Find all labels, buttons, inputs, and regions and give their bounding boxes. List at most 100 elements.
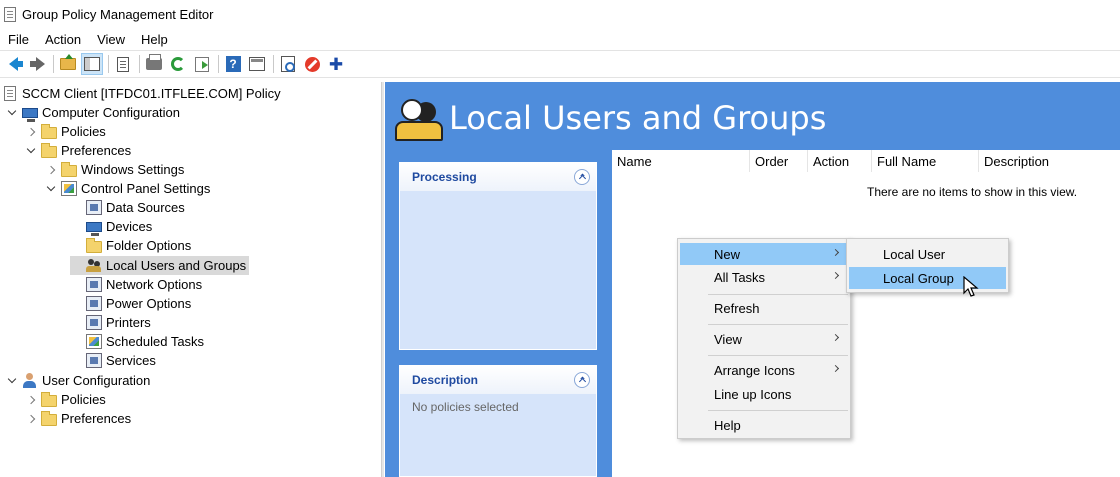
toolbar-separator — [108, 55, 109, 73]
chevron-right-icon[interactable] — [25, 126, 37, 138]
tree-item-scheduled-tasks[interactable]: Scheduled Tasks — [70, 332, 204, 351]
properties-doc-button[interactable] — [112, 53, 134, 75]
menu-view[interactable]: View — [89, 32, 133, 47]
window-title: Group Policy Management Editor — [22, 6, 214, 22]
tree-item-label: Printers — [106, 315, 151, 330]
tree-item-windows-settings[interactable]: Windows Settings — [45, 160, 184, 179]
export-list-button[interactable] — [191, 53, 213, 75]
tree-item-services[interactable]: Services — [70, 351, 156, 370]
tree-item-printers[interactable]: Printers — [70, 313, 151, 332]
add-button[interactable]: ✚ — [325, 53, 347, 75]
policy-editor-icon — [4, 6, 16, 22]
column-header-full-name[interactable]: Full Name — [872, 150, 979, 172]
user-icon — [22, 373, 38, 388]
tree-item-label: Preferences — [61, 411, 132, 426]
tree-item-label: Network Options — [106, 277, 203, 292]
menu-item-label: Local Group — [883, 270, 954, 286]
tree-item-control-panel-settings[interactable]: Control Panel Settings — [45, 179, 210, 198]
chevron-down-icon[interactable] — [45, 183, 57, 195]
tree-item-local-users-and-groups[interactable]: Local Users and Groups — [70, 256, 250, 275]
menu-item-label: Arrange Icons — [714, 362, 795, 378]
tree-item-label: Computer Configuration — [42, 105, 181, 120]
devices-icon — [86, 222, 102, 236]
chevron-right-icon[interactable] — [25, 413, 37, 425]
menu-item-label: New — [714, 246, 741, 262]
help-icon: ? — [225, 56, 241, 72]
tree-item-devices[interactable]: Devices — [70, 217, 152, 236]
help-button[interactable]: ? — [222, 53, 244, 75]
chevron-right-icon[interactable] — [25, 394, 37, 406]
side-column: Processing Description No policies selec… — [385, 154, 612, 477]
collapse-icon[interactable] — [574, 372, 590, 388]
menu-item-local-user[interactable]: Local User — [849, 243, 1006, 265]
refresh-button[interactable] — [167, 53, 189, 75]
new-submenu: Local User Local Group — [846, 238, 1009, 293]
extension-banner: Local Users and Groups — [385, 82, 1120, 154]
pane-splitter[interactable] — [381, 82, 384, 477]
menu-item-label: All Tasks — [714, 269, 766, 285]
tree-item-root-policy[interactable]: SCCM Client [ITFDC01.ITFLEE.COM] Policy — [4, 84, 281, 103]
toolbar-separator — [273, 55, 274, 73]
menu-help[interactable]: Help — [133, 32, 176, 47]
column-header-name[interactable]: Name — [612, 150, 750, 172]
tree-item-data-sources[interactable]: Data Sources — [70, 198, 185, 217]
menu-action[interactable]: Action — [37, 32, 89, 47]
policy-icon — [4, 86, 16, 101]
tree-item-user-preferences[interactable]: Preferences — [25, 409, 131, 428]
stop-button[interactable] — [301, 53, 323, 75]
menu-item-all-tasks[interactable]: All Tasks — [680, 266, 848, 288]
action-pane-button[interactable] — [246, 53, 268, 75]
chevron-down-icon[interactable] — [6, 375, 18, 387]
print-button[interactable] — [143, 53, 165, 75]
export-list-icon — [195, 56, 209, 72]
show-hide-tree-button[interactable] — [81, 53, 103, 75]
tree-item-label: Control Panel Settings — [81, 181, 211, 196]
folder-options-icon — [86, 237, 102, 253]
menu-item-refresh[interactable]: Refresh — [680, 297, 848, 319]
collapse-icon[interactable] — [574, 169, 590, 185]
printers-icon — [86, 315, 102, 330]
tree-item-folder-options[interactable]: Folder Options — [70, 236, 191, 255]
column-header-order[interactable]: Order — [750, 150, 808, 172]
tree-item-label: SCCM Client [ITFDC01.ITFLEE.COM] Policy — [22, 86, 281, 101]
tree-item-label: Local Users and Groups — [106, 258, 247, 273]
menu-item-new[interactable]: New — [680, 243, 848, 265]
menu-item-line-up-icons[interactable]: Line up Icons — [680, 383, 848, 405]
tree-item-power-options[interactable]: Power Options — [70, 294, 191, 313]
refresh-icon — [171, 57, 185, 71]
menu-item-label: Help — [714, 417, 741, 433]
tree-item-preferences[interactable]: Preferences — [25, 141, 131, 160]
up-one-level-button[interactable] — [57, 53, 79, 75]
chevron-down-icon[interactable] — [25, 145, 37, 157]
description-card-header: Description — [400, 366, 596, 394]
back-button[interactable] — [2, 53, 24, 75]
tree-item-network-options[interactable]: Network Options — [70, 275, 202, 294]
tree-item-label: Folder Options — [106, 238, 192, 253]
folder-icon — [41, 410, 57, 426]
submenu-arrow-icon — [831, 271, 840, 280]
menu-item-help[interactable]: Help — [680, 414, 848, 436]
tree-item-label: Services — [106, 353, 156, 368]
tree-item-label: Windows Settings — [81, 162, 185, 177]
submenu-arrow-icon — [831, 333, 840, 342]
menu-item-view[interactable]: View — [680, 328, 848, 350]
folder-icon — [41, 391, 57, 407]
menu-file[interactable]: File — [0, 32, 37, 47]
chevron-down-icon[interactable] — [6, 107, 18, 119]
toolbar: ? ✚ — [0, 50, 1120, 78]
column-header-action[interactable]: Action — [808, 150, 872, 172]
properties-button[interactable] — [277, 53, 299, 75]
menu-bar: File Action View Help — [0, 28, 1120, 50]
tree-item-policies[interactable]: Policies — [25, 122, 106, 141]
menu-separator — [708, 410, 848, 411]
menu-item-arrange-icons[interactable]: Arrange Icons — [680, 359, 848, 381]
tree-item-user-configuration[interactable]: User Configuration — [6, 371, 150, 390]
tree-item-user-policies[interactable]: Policies — [25, 390, 106, 409]
folder-icon — [61, 161, 77, 177]
back-icon — [8, 57, 23, 71]
chevron-right-icon[interactable] — [45, 164, 57, 176]
column-header-description[interactable]: Description — [979, 150, 1120, 172]
tree-item-computer-configuration[interactable]: Computer Configuration — [6, 103, 180, 122]
forward-button[interactable] — [26, 53, 48, 75]
menu-item-local-group[interactable]: Local Group — [849, 267, 1006, 289]
